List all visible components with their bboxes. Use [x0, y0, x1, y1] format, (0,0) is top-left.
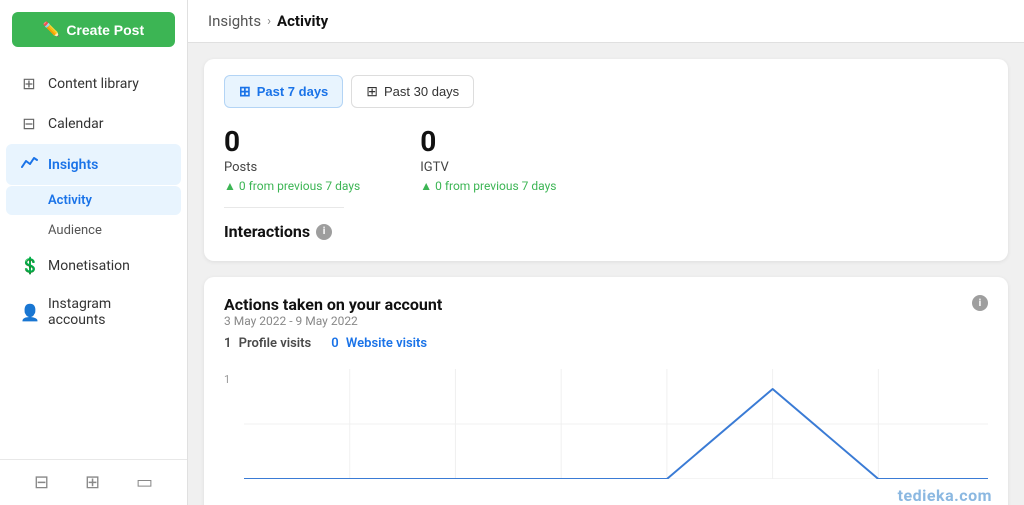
stats-row: 0 Posts ▲ 0 from previous 7 days 0 IGTV …: [224, 128, 988, 193]
sidebar-subitem-audience[interactable]: Audience: [6, 216, 181, 245]
interactions-header: Interactions i: [224, 222, 988, 241]
igtv-change: ▲ 0 from previous 7 days: [420, 179, 556, 193]
grid-view-icon[interactable]: ⊞: [85, 472, 100, 493]
sidebar-item-label: Instagram accounts: [48, 296, 167, 328]
sidebar-item-label: Insights: [48, 157, 98, 173]
pencil-icon: ✏️: [43, 21, 60, 38]
profile-visits-label: Profile visits: [239, 336, 312, 351]
sub-nav-label: Activity: [48, 193, 92, 208]
content-library-icon: ⊞: [20, 74, 38, 93]
legend-profile-visits: 1 Profile visits: [224, 336, 315, 351]
create-post-label: Create Post: [66, 22, 144, 38]
sidebar-item-label: Calendar: [48, 116, 104, 132]
tab-past-30-days[interactable]: ⊞ Past 30 days: [351, 75, 474, 108]
sub-nav-label: Audience: [48, 223, 102, 238]
content-area: ⊞ Past 7 days ⊞ Past 30 days 0 Posts ▲ 0…: [188, 43, 1024, 505]
sidebar-subitem-activity[interactable]: Activity: [6, 186, 181, 215]
stats-divider: [224, 207, 344, 208]
tablet-view-icon[interactable]: ▭: [136, 472, 153, 493]
chart-area: 1: [224, 369, 988, 499]
chart-header-left: Actions taken on your account 3 May 2022…: [224, 295, 442, 365]
interactions-info-icon[interactable]: i: [316, 224, 332, 240]
sidebar-nav: ⊞ Content library ⊟ Calendar Insights Ac…: [0, 63, 187, 459]
tab-label: Past 7 days: [257, 84, 329, 99]
sidebar-toggle-icon[interactable]: ⊟: [34, 472, 49, 493]
sidebar-bottom: ⊟ ⊞ ▭: [0, 459, 187, 505]
calendar-icon: ⊟: [20, 114, 38, 133]
breadcrumb-chevron-icon: ›: [267, 14, 271, 29]
website-visits-count: 0: [331, 336, 338, 351]
sidebar-item-insights[interactable]: Insights: [6, 144, 181, 185]
posts-label: Posts: [224, 160, 360, 175]
chart-legend: 1 Profile visits 0 Website visits: [224, 336, 442, 351]
chart-card: Actions taken on your account 3 May 2022…: [204, 277, 1008, 505]
monetisation-icon: 💲: [20, 256, 38, 275]
chart-y-label: 1: [224, 373, 230, 386]
sidebar-item-calendar[interactable]: ⊟ Calendar: [6, 104, 181, 143]
sidebar-item-content-library[interactable]: ⊞ Content library: [6, 64, 181, 103]
instagram-accounts-icon: 👤: [20, 303, 38, 322]
chart-svg: [244, 369, 988, 479]
insights-icon: [20, 154, 38, 175]
posts-change-text: 0 from previous 7 days: [239, 179, 360, 193]
sidebar-item-label: Content library: [48, 76, 139, 92]
chart-title: Actions taken on your account: [224, 295, 442, 314]
stats-card: ⊞ Past 7 days ⊞ Past 30 days 0 Posts ▲ 0…: [204, 59, 1008, 261]
calendar-tab-icon: ⊞: [239, 83, 251, 100]
watermark: tedieka.com: [898, 486, 992, 505]
igtv-number: 0: [420, 128, 556, 156]
breadcrumb-current: Activity: [277, 12, 328, 30]
chart-date-range: 3 May 2022 - 9 May 2022: [224, 314, 442, 328]
breadcrumb-parent[interactable]: Insights: [208, 12, 261, 30]
interactions-title: Interactions: [224, 222, 310, 241]
breadcrumb: Insights › Activity: [188, 0, 1024, 43]
create-post-button[interactable]: ✏️ Create Post: [12, 12, 175, 47]
main-content: Insights › Activity ⊞ Past 7 days ⊞ Past…: [188, 0, 1024, 505]
legend-website-visits: 0 Website visits: [331, 336, 431, 351]
period-tabs: ⊞ Past 7 days ⊞ Past 30 days: [224, 75, 988, 108]
posts-number: 0: [224, 128, 360, 156]
profile-visits-count: 1: [224, 336, 231, 351]
igtv-label: IGTV: [420, 160, 556, 175]
arrow-up-icon-2: ▲: [420, 179, 432, 193]
sidebar-item-label: Monetisation: [48, 258, 130, 274]
tab-past-7-days[interactable]: ⊞ Past 7 days: [224, 75, 343, 108]
chart-card-header: Actions taken on your account 3 May 2022…: [224, 295, 988, 365]
stat-igtv: 0 IGTV ▲ 0 from previous 7 days: [420, 128, 556, 193]
posts-change: ▲ 0 from previous 7 days: [224, 179, 360, 193]
igtv-change-text: 0 from previous 7 days: [435, 179, 556, 193]
arrow-up-icon: ▲: [224, 179, 236, 193]
tab-label: Past 30 days: [384, 84, 459, 99]
sidebar-item-instagram-accounts[interactable]: 👤 Instagram accounts: [6, 286, 181, 338]
sidebar: ✏️ Create Post ⊞ Content library ⊟ Calen…: [0, 0, 188, 505]
stat-posts: 0 Posts ▲ 0 from previous 7 days: [224, 128, 360, 193]
sidebar-item-monetisation[interactable]: 💲 Monetisation: [6, 246, 181, 285]
website-visits-label: Website visits: [346, 336, 427, 351]
calendar-tab-icon-2: ⊞: [366, 83, 378, 100]
chart-info-icon[interactable]: i: [972, 295, 988, 311]
